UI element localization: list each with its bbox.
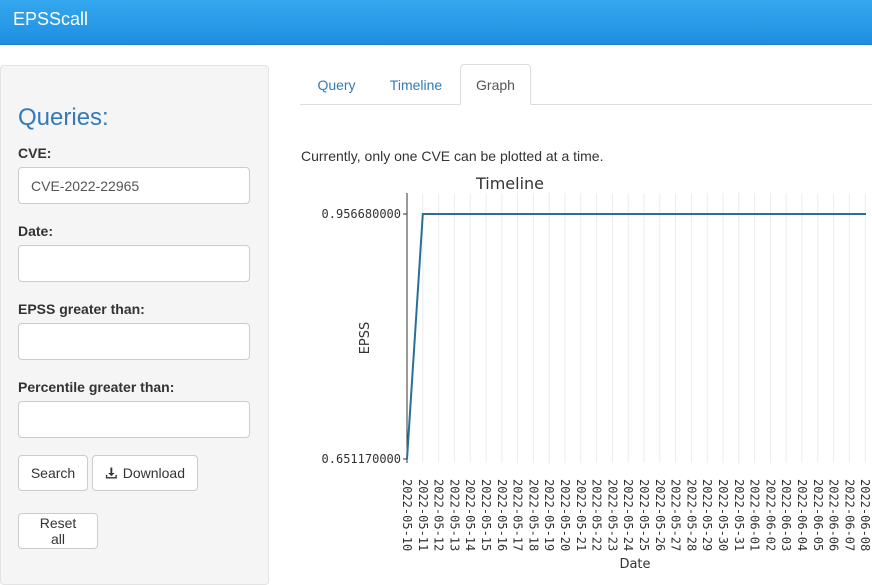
reset-all-button-label: Reset all [39,515,77,547]
x-tick-label: 2022-05-13 [447,479,461,551]
x-tick-label: 2022-06-08 [858,479,872,551]
navbar: EPSScall [0,0,872,45]
x-tick-label: 2022-05-28 [684,479,698,551]
chart-title: Timeline [475,174,544,193]
tab-query-label: Query [317,76,356,93]
search-button-label: Search [30,465,76,481]
tab-graph[interactable]: Graph [460,64,531,105]
timeline-chart: 0.6511700000.956680000 2022-05-10 2022-05… [322,174,872,572]
x-tick-label: 2022-06-03 [779,479,793,551]
graph-note: Currently, only one CVE can be plotted a… [301,148,604,164]
cve-label: CVE: [18,145,52,161]
x-tick-label: 2022-05-26 [653,479,667,551]
x-tick-label: 2022-06-02 [763,479,777,551]
reset-all-button[interactable]: Reset all [18,513,98,549]
y-tick-label: 0.651170000 [322,452,401,466]
x-tick-label: 2022-05-25 [637,479,651,551]
x-tick-label: 2022-06-06 [827,479,841,551]
x-tick-label: 2022-05-12 [432,479,446,551]
x-tick-label: 2022-06-05 [811,479,825,551]
search-button[interactable]: Search [18,455,88,491]
x-tick-label: 2022-05-10 [400,479,414,551]
percentile-input[interactable] [18,401,250,438]
cve-input[interactable] [18,167,250,204]
date-label: Date: [18,223,54,239]
x-tick-label: 2022-05-23 [605,479,619,551]
x-tick-label: 2022-05-29 [700,479,714,551]
sidebar-heading: Queries: [18,104,109,131]
x-tick-label: 2022-05-27 [669,479,683,551]
x-tick-label: 2022-06-07 [842,479,856,551]
x-tick-label: 2022-05-17 [511,479,525,551]
x-tick-label: 2022-05-21 [574,479,588,551]
download-button[interactable]: Download [92,455,198,491]
x-tick-label: 2022-05-20 [558,479,572,551]
x-tick-label: 2022-05-24 [621,479,635,551]
x-tick-label: 2022-06-01 [748,479,762,551]
tab-graph-label: Graph [476,76,515,93]
x-tick-label: 2022-05-18 [526,479,540,551]
x-axis-label: Date [619,557,650,572]
tab-query[interactable]: Query [302,64,371,105]
date-input[interactable] [18,245,250,282]
x-tick-label: 2022-06-04 [795,479,809,551]
download-icon [105,467,117,479]
x-tick-label: 2022-05-22 [590,479,604,551]
tab-timeline-label: Timeline [389,76,443,93]
x-tick-label: 2022-05-30 [716,479,730,551]
x-tick-label: 2022-05-11 [416,479,430,551]
x-tick-label: 2022-05-15 [479,479,493,551]
y-tick-label: 0.956680000 [322,207,401,221]
percentile-label: Percentile greater than: [18,379,175,395]
y-axis-label: EPSS [358,322,373,355]
series-line [406,213,866,460]
epss-label: EPSS greater than: [18,301,145,317]
tab-timeline[interactable]: Timeline [374,64,458,105]
x-tick-label: 2022-05-19 [542,479,556,551]
app-title[interactable]: EPSScall [13,9,88,30]
x-tick-label: 2022-05-31 [732,479,746,551]
x-tick-label: 2022-05-16 [495,479,509,551]
x-tick-label: 2022-05-14 [463,479,477,551]
download-button-label: Download [122,465,185,481]
epss-input[interactable] [18,323,250,360]
